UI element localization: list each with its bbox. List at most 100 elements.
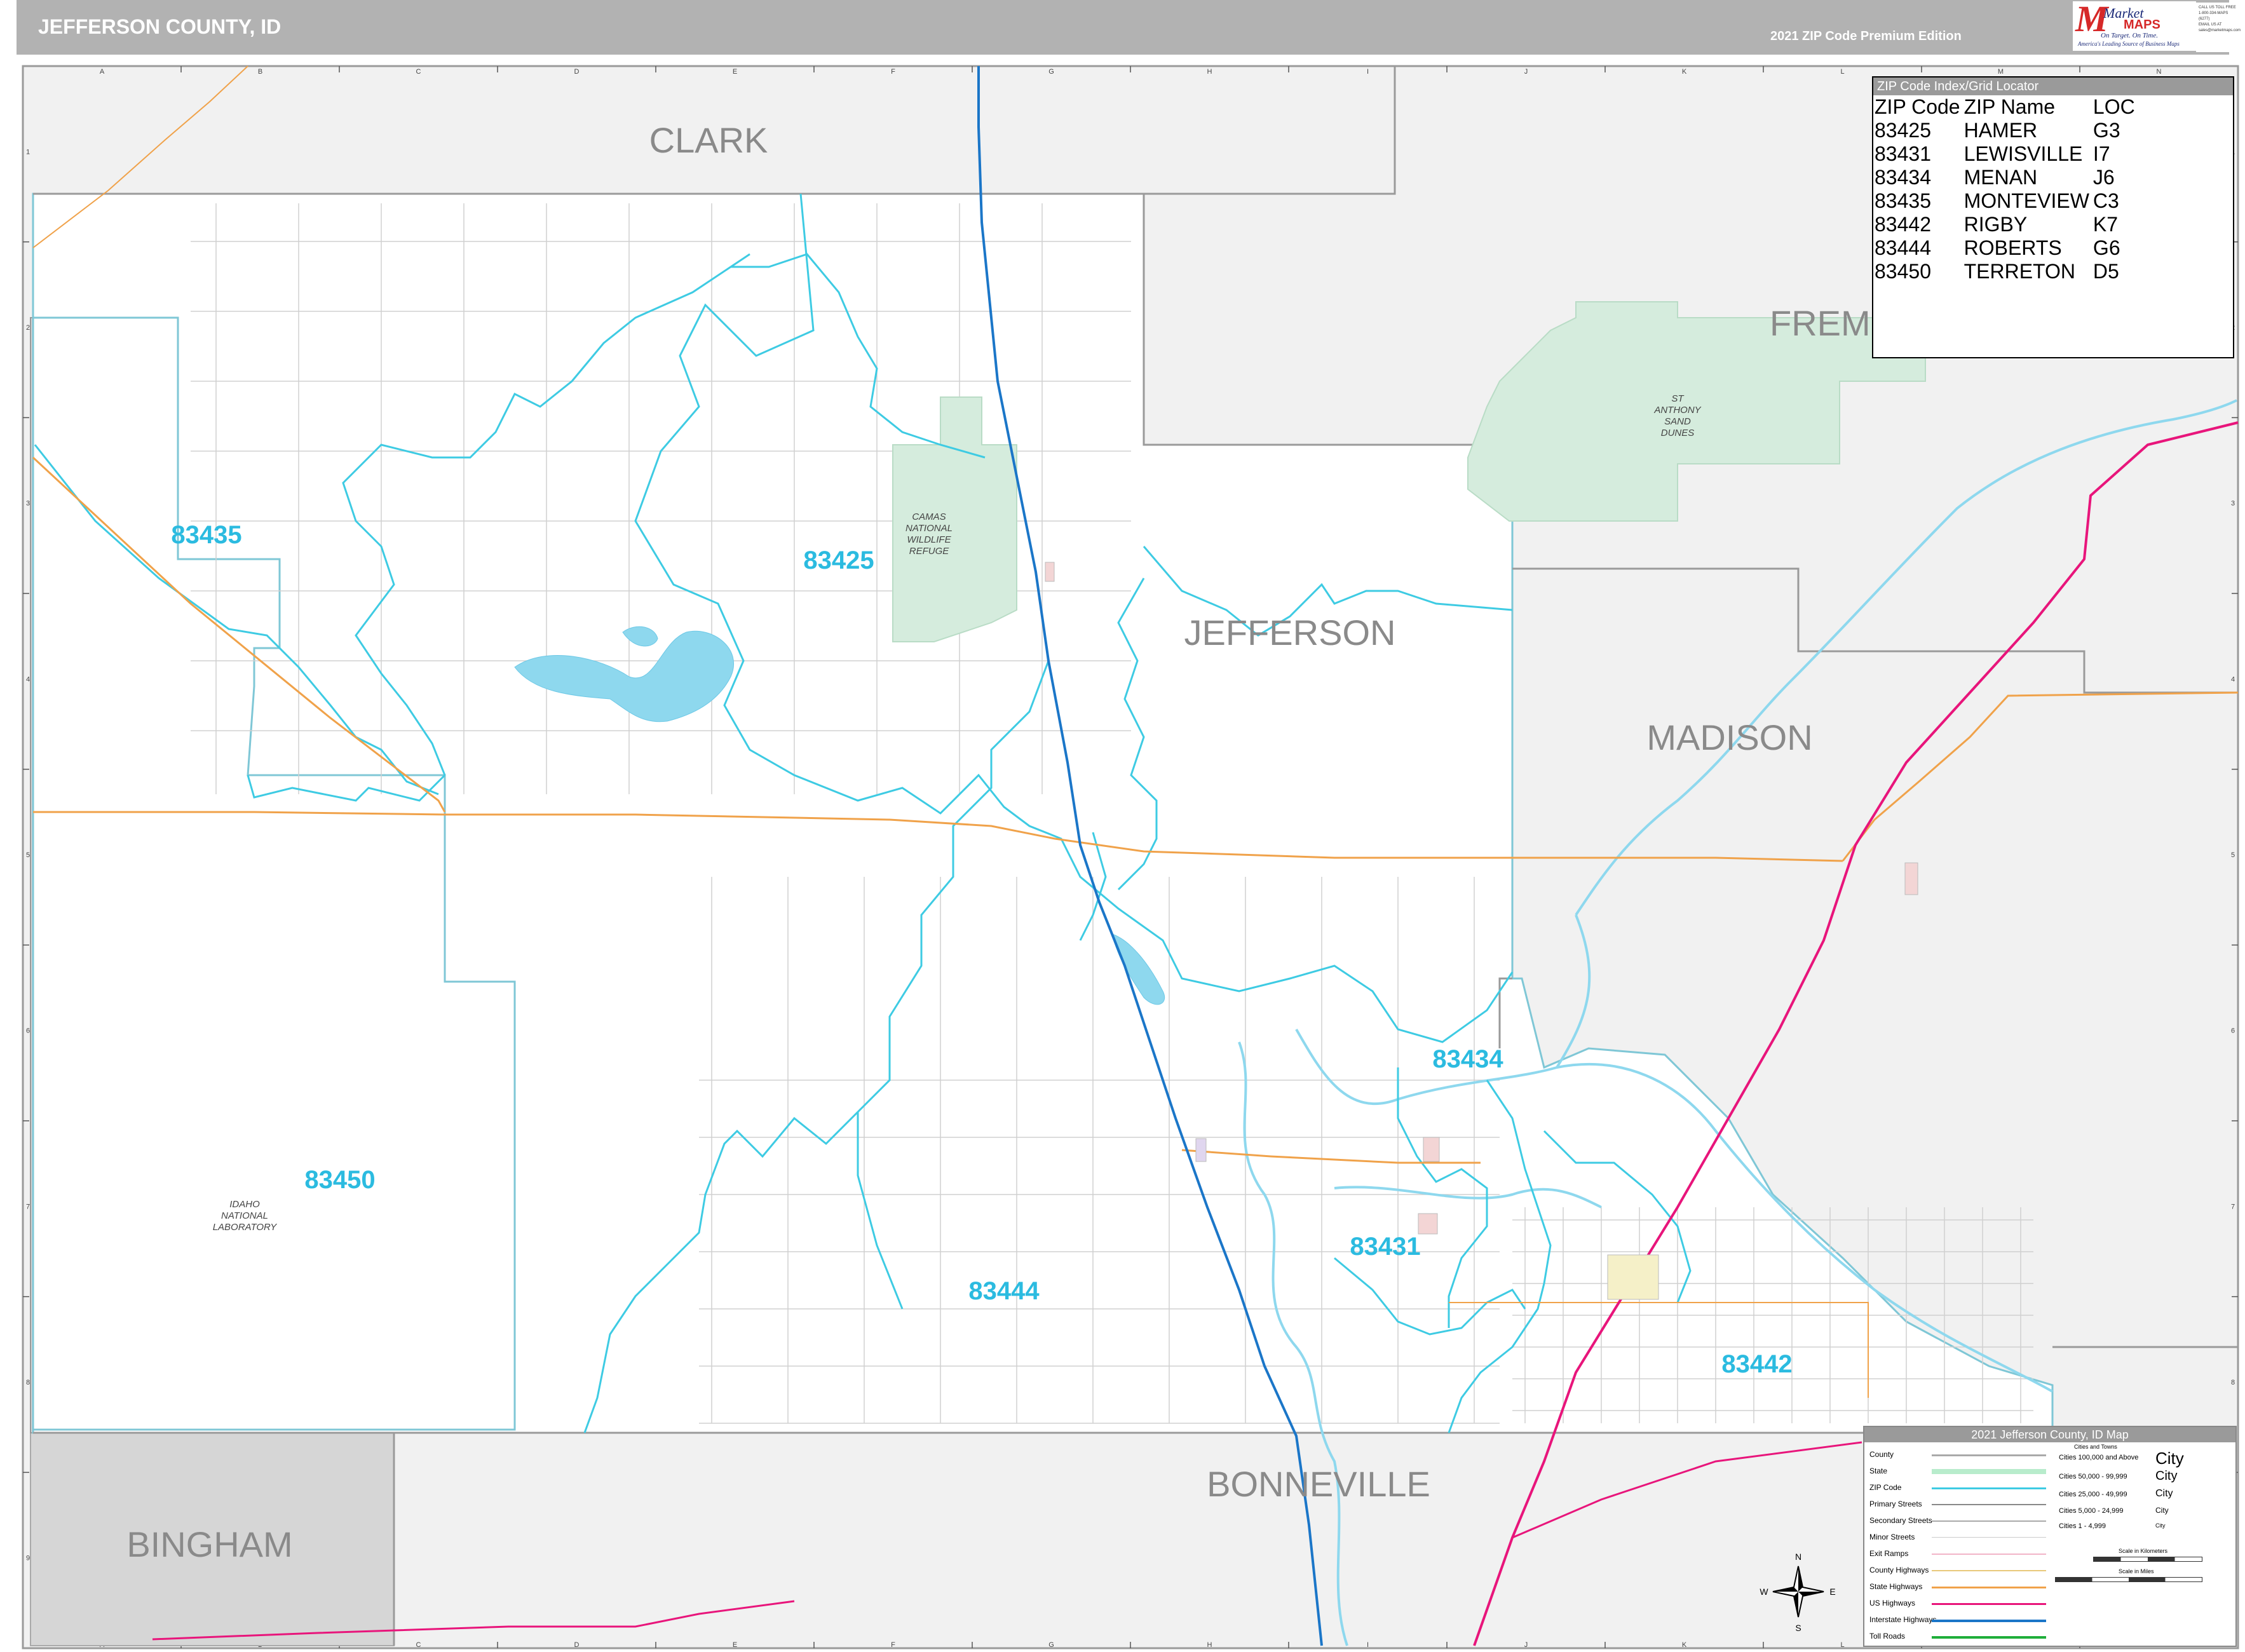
zip-label-83431: 83431 bbox=[1350, 1233, 1420, 1261]
grid-row-label: 8 bbox=[2231, 1379, 2235, 1386]
grid-column-label: I bbox=[1367, 68, 1369, 76]
camas-label-4: REFUGE bbox=[909, 546, 950, 557]
county-label-jefferson: JEFFERSON bbox=[1184, 613, 1396, 653]
grid-row-label: 9 bbox=[26, 1555, 30, 1562]
zip-label-83442: 83442 bbox=[1721, 1350, 1792, 1378]
county-label-fremont: FREM bbox=[1770, 303, 1871, 343]
grid-row-label: 6 bbox=[26, 1027, 30, 1035]
grid-row-label: 8 bbox=[26, 1379, 30, 1386]
grid-row-label: 3 bbox=[2231, 500, 2235, 508]
zip-loc-cell: D5 bbox=[2092, 260, 2119, 283]
zip-code-cell: 83431 bbox=[1875, 142, 1931, 165]
legend-swatch-minor bbox=[1932, 1537, 2046, 1538]
legend-city-sample: City bbox=[2155, 1449, 2184, 1468]
legend-item-minor: Minor Streets bbox=[1869, 1533, 1915, 1541]
legend-city-class: Cities 5,000 - 24,999 bbox=[2059, 1507, 2124, 1515]
legend-swatch-county bbox=[1932, 1454, 2046, 1456]
camas-label-3: WILDLIFE bbox=[907, 534, 951, 545]
dunes-label-3: SAND bbox=[1664, 416, 1691, 427]
legend-swatch-interstate bbox=[1932, 1620, 2046, 1622]
zip-loc-cell: G6 bbox=[2092, 236, 2120, 259]
grid-column-label: G bbox=[1048, 1641, 1054, 1649]
zip-label-83435: 83435 bbox=[171, 521, 241, 549]
legend-city-sample: City bbox=[2155, 1506, 2169, 1515]
zip-loc-cell: K7 bbox=[2092, 213, 2119, 236]
legend-city-sample: City bbox=[2155, 1488, 2173, 1499]
legend-panel: 2021 Jefferson County, ID Map County Sta… bbox=[1863, 1426, 2237, 1647]
dunes-label-4: DUNES bbox=[1661, 428, 1695, 438]
legend-city-class: Cities 50,000 - 99,999 bbox=[2059, 1473, 2127, 1480]
grid-column-label: K bbox=[1682, 68, 1687, 76]
zip-loc-cell: I7 bbox=[2092, 142, 2110, 165]
grid-column-label: D bbox=[574, 1641, 580, 1649]
legend-item-toll: Toll Roads bbox=[1869, 1632, 1906, 1641]
grid-row-label: 7 bbox=[26, 1203, 30, 1210]
table-row: 83444 ROBERTS G6 bbox=[1875, 236, 2139, 260]
table-row: 83434 MENAN J6 bbox=[1875, 166, 2139, 189]
legend-item-ramps: Exit Ramps bbox=[1869, 1549, 1909, 1558]
table-row: 83435 MONTEVIEW C3 bbox=[1875, 189, 2139, 213]
zip-label-83425: 83425 bbox=[803, 546, 874, 574]
zip-loc-cell: G3 bbox=[2092, 119, 2120, 142]
zip-code-cell: 83425 bbox=[1875, 119, 1931, 142]
legend-cities-heading: Cities and Towns bbox=[2074, 1444, 2117, 1450]
legend-swatch-us-hwy bbox=[1932, 1603, 2046, 1605]
compass-w: W bbox=[1760, 1587, 1768, 1597]
legend-city-sample: City bbox=[2155, 1469, 2178, 1483]
table-row: 83450 TERRETON D5 bbox=[1875, 260, 2139, 283]
grid-column-label: J bbox=[1524, 68, 1528, 76]
grid-column-label: H bbox=[1207, 1641, 1212, 1649]
legend-swatch-primary bbox=[1932, 1504, 2046, 1505]
compass-s: S bbox=[1795, 1623, 1801, 1633]
camas-label-2: NATIONAL bbox=[905, 523, 953, 534]
legend-swatch-state-hwy bbox=[1932, 1587, 2046, 1588]
grid-column-label: I bbox=[1367, 1641, 1369, 1649]
grid-column-label: L bbox=[1840, 1641, 1844, 1649]
zip-label-83450: 83450 bbox=[304, 1166, 375, 1194]
grid-row-label: 3 bbox=[26, 500, 30, 508]
grid-column-label: K bbox=[1682, 1641, 1687, 1649]
dunes-label-2: ANTHONY bbox=[1653, 405, 1701, 416]
legend-swatch-ramps bbox=[1932, 1554, 2046, 1555]
zip-name-cell: RIGBY bbox=[1964, 213, 2028, 236]
grid-row-label: 2 bbox=[26, 324, 30, 332]
zip-loc-cell: C3 bbox=[2092, 189, 2119, 212]
table-row: 83425 HAMER G3 bbox=[1875, 119, 2139, 142]
zip-label-83434: 83434 bbox=[1432, 1045, 1503, 1073]
county-label-madison: MADISON bbox=[1646, 717, 1812, 757]
grid-column-label: C bbox=[416, 1641, 421, 1649]
zip-name-cell: ROBERTS bbox=[1964, 236, 2062, 259]
legend-item-primary: Primary Streets bbox=[1869, 1500, 1922, 1508]
zip-code-cell: 83442 bbox=[1875, 213, 1931, 236]
grid-row-label: 7 bbox=[2231, 1203, 2235, 1210]
legend-item-state: State bbox=[1869, 1466, 1888, 1475]
legend-swatch-zip bbox=[1932, 1487, 2046, 1489]
grid-column-label: M bbox=[1998, 68, 2004, 76]
inl-label-3: LABORATORY bbox=[213, 1222, 278, 1233]
grid-column-label: F bbox=[891, 1641, 895, 1649]
compass-e: E bbox=[1829, 1587, 1835, 1597]
zip-index-title: ZIP Code Index/Grid Locator bbox=[1873, 78, 2233, 95]
grid-column-label: E bbox=[733, 68, 737, 76]
legend-swatch-toll bbox=[1932, 1636, 2046, 1639]
zip-code-cell: 83444 bbox=[1875, 236, 1931, 259]
county-label-bingham: BINGHAM bbox=[126, 1524, 292, 1564]
legend-city-class: Cities 100,000 and Above bbox=[2059, 1454, 2139, 1461]
zip-code-cell: 83435 bbox=[1875, 189, 1931, 212]
legend-item-us-hwy: US Highways bbox=[1869, 1599, 1916, 1608]
grid-row-label: 5 bbox=[26, 851, 30, 859]
grid-row-label: 4 bbox=[26, 675, 30, 683]
zip-index-header: LOC bbox=[2092, 95, 2135, 118]
dunes-label-1: ST bbox=[1671, 393, 1685, 404]
camas-label-1: CAMAS bbox=[912, 511, 946, 522]
grid-row-label: 1 bbox=[26, 148, 30, 156]
grid-row-label: 4 bbox=[2231, 675, 2235, 683]
grid-column-label: A bbox=[100, 68, 105, 76]
legend-scale-km-bar bbox=[2093, 1557, 2202, 1562]
grid-column-label: H bbox=[1207, 68, 1212, 76]
legend-scale-mi: Scale in Miles bbox=[2119, 1568, 2154, 1574]
grid-column-label: B bbox=[258, 68, 262, 76]
legend-item-state-hwy: State Highways bbox=[1869, 1582, 1923, 1591]
grid-column-label: C bbox=[416, 68, 421, 76]
zip-index-table: ZIP Code ZIP Name LOC 83425 HAMER G3 83431… bbox=[1875, 95, 2139, 283]
